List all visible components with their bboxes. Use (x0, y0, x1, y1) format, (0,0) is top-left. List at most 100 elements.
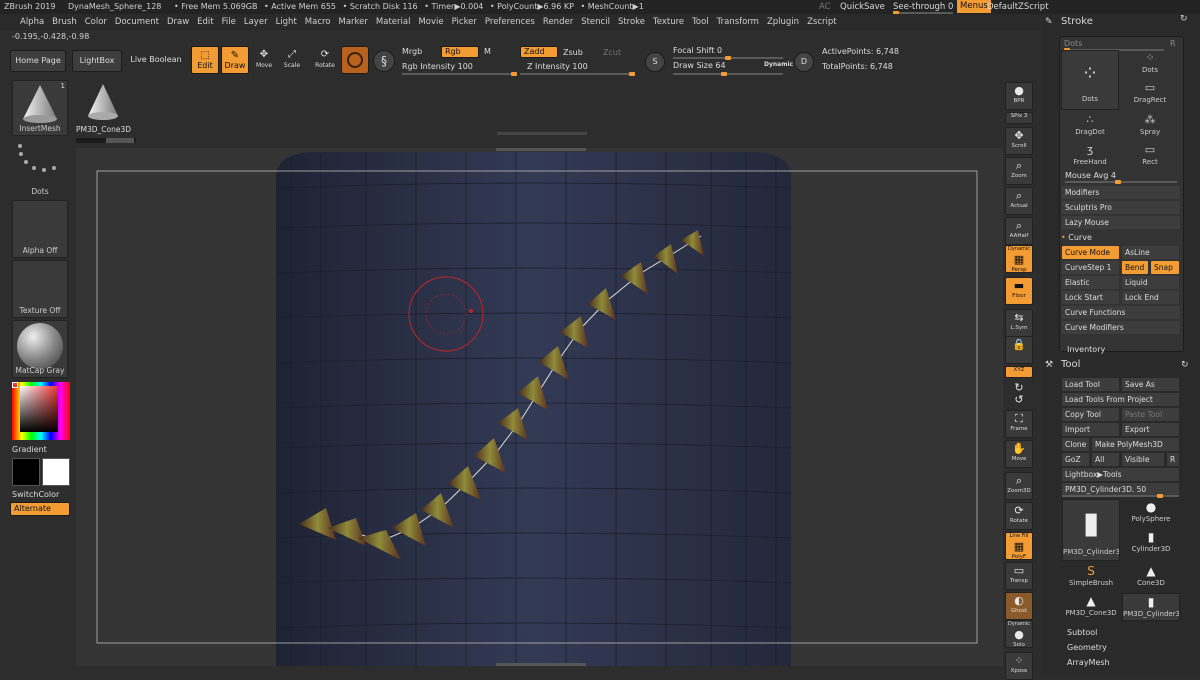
tool-thumb-5[interactable]: ▲ PM3D_Cone3D (1062, 593, 1120, 621)
lightbox-button[interactable]: LightBox (72, 50, 122, 72)
visible-r-button[interactable]: R (1167, 453, 1179, 466)
tool-thumb-4[interactable]: ▲ Cone3D (1122, 563, 1180, 591)
menu-edit[interactable]: Edit (197, 17, 213, 27)
spix-button[interactable]: SPix 3 (1005, 112, 1033, 124)
solo-button[interactable]: Dynamic ● Solo (1005, 620, 1033, 648)
load-tools-from-project-button[interactable]: Load Tools From Project (1062, 393, 1179, 406)
s-toggle-button[interactable]: S (645, 52, 665, 72)
d-toggle-button[interactable]: D (794, 52, 814, 72)
stroke-dragdot-item[interactable]: ∴ DragDot (1061, 112, 1119, 140)
canvas-viewport[interactable] (76, 148, 1003, 666)
curvestep-slider[interactable]: CurveStep 1 (1062, 261, 1119, 274)
lsym-button[interactable]: ⇆ L.Sym (1005, 309, 1033, 337)
color-picker[interactable] (12, 382, 70, 440)
rotate-button[interactable]: ⟳ Rotate (1005, 502, 1033, 530)
import-button[interactable]: Import (1062, 423, 1119, 436)
rot2-button[interactable]: ↺ (1005, 392, 1033, 404)
make-polymesh-button[interactable]: Make PolyMesh3D (1092, 438, 1179, 451)
scale-button[interactable]: ⤢ Scale (280, 46, 304, 74)
stroke-panel-header[interactable]: ✎ Stroke (1041, 14, 1200, 30)
stroke-dots-main[interactable]: ⁘ Dots (1061, 50, 1119, 110)
lightbox-tools-button[interactable]: Lightbox▶Tools (1062, 468, 1179, 481)
zoom-button[interactable]: ⌕ Zoom (1005, 157, 1033, 185)
menu-file[interactable]: File (222, 17, 236, 27)
menu-render[interactable]: Render (543, 17, 573, 27)
rgb-intensity-label[interactable]: Rgb Intensity 100 (402, 62, 473, 71)
stroke-spray-item[interactable]: ⁂ Spray (1121, 112, 1179, 140)
floor-button[interactable]: ▬ Floor (1005, 277, 1033, 305)
stroke-reset-icon[interactable]: ↻ (1180, 14, 1188, 24)
stroke-dragrect-item[interactable]: ▭ DragRect (1121, 80, 1179, 108)
secondary-color-swatch[interactable] (42, 458, 70, 486)
aahalf-button[interactable]: ⌕ AAHalf (1005, 217, 1033, 245)
xyz-button[interactable]: XYZ (1005, 366, 1033, 378)
zadd-button[interactable]: Zadd (520, 46, 558, 58)
scroll-button[interactable]: ✥ Scroll (1005, 127, 1033, 155)
reset-icon[interactable]: ↻ (1181, 357, 1189, 373)
z-intensity-label[interactable]: Z Intensity 100 (527, 62, 588, 71)
transp-button[interactable]: ▭ Transp (1005, 562, 1033, 590)
menu-document[interactable]: Document (115, 17, 159, 27)
menu-stencil[interactable]: Stencil (581, 17, 610, 27)
sculptris-pro-section[interactable]: Sculptris Pro (1062, 201, 1180, 214)
load-tool-button[interactable]: Load Tool (1062, 378, 1119, 391)
move-button[interactable]: ✥ Move (252, 46, 276, 74)
zoom3d-button[interactable]: ⌕ Zoom3D (1005, 472, 1033, 500)
menu-material[interactable]: Material (376, 17, 411, 27)
menus-button[interactable]: Menus (957, 0, 991, 13)
edit-button[interactable]: ⬚ Edit (191, 46, 219, 74)
lock-end-button[interactable]: Lock End (1122, 291, 1179, 304)
menu-color[interactable]: Color (85, 17, 107, 27)
snap-button[interactable]: Snap (1151, 261, 1179, 274)
menu-transform[interactable]: Transform (717, 17, 759, 27)
inventory-section[interactable]: Inventory (1067, 345, 1105, 354)
rgb-button[interactable]: Rgb (441, 46, 479, 58)
paste-tool-button[interactable]: Paste Tool (1122, 408, 1179, 421)
menu-zscript[interactable]: Zscript (807, 17, 837, 27)
rgb-intensity-slider[interactable] (402, 72, 517, 76)
current-tool-track[interactable] (1062, 494, 1179, 498)
menu-macro[interactable]: Macro (305, 17, 331, 27)
goz-button[interactable]: GoZ (1062, 453, 1089, 466)
all-button[interactable]: All (1092, 453, 1119, 466)
geometry-section[interactable]: Geometry (1067, 643, 1107, 652)
cone-tool-tile[interactable]: PM3D_Cone3D (76, 80, 132, 136)
stroke-freehand-item[interactable]: ʒ FreeHand (1061, 142, 1119, 170)
asline-button[interactable]: AsLine (1122, 246, 1179, 259)
mouse-avg-label[interactable]: Mouse Avg 4 (1065, 171, 1116, 180)
arraymesh-section[interactable]: ArrayMesh (1067, 658, 1110, 667)
ghost-button[interactable]: ◐ Ghost (1005, 592, 1033, 620)
top-scroll-handle[interactable] (496, 148, 586, 151)
switchcolor-button[interactable]: SwitchColor (12, 490, 59, 499)
dynamic-label[interactable]: Dynamic (764, 61, 793, 68)
bend-button[interactable]: Bend (1122, 261, 1148, 274)
menu-marker[interactable]: Marker (339, 17, 368, 27)
zcut-label[interactable]: Zcut (603, 48, 621, 57)
alternate-button[interactable]: Alternate (10, 502, 70, 516)
lock-start-button[interactable]: Lock Start (1062, 291, 1119, 304)
menu-draw[interactable]: Draw (167, 17, 189, 27)
alpha-tile[interactable]: Alpha Off (12, 200, 68, 258)
script-name[interactable]: DefaultZScript (987, 2, 1049, 12)
xpose-button[interactable]: ⁘ Xpose (1005, 652, 1033, 680)
ac-label[interactable]: AC (819, 2, 831, 12)
subtool-section[interactable]: Subtool (1067, 628, 1097, 637)
menu-stroke[interactable]: Stroke (618, 17, 645, 27)
lock-button[interactable]: 🔒 (1005, 336, 1033, 364)
menu-brush[interactable]: Brush (52, 17, 77, 27)
gradient-label[interactable]: Gradient (12, 445, 47, 454)
rot1-button[interactable]: ↻ (1005, 380, 1033, 392)
visible-button[interactable]: Visible (1122, 453, 1164, 466)
modifiers-section[interactable]: Modifiers (1062, 186, 1180, 199)
tool-thumb-0[interactable]: ▮ PM3D_Cylinder3 (1062, 499, 1120, 561)
dots-slider[interactable]: Dots (1064, 39, 1082, 48)
curve-mode-button[interactable]: Curve Mode (1062, 246, 1119, 259)
menu-movie[interactable]: Movie (418, 17, 443, 27)
quicksave-button[interactable]: QuickSave (840, 2, 885, 12)
focal-shift-slider[interactable] (673, 56, 783, 60)
elastic-button[interactable]: Elastic (1062, 276, 1119, 289)
bpr-button[interactable]: ● BPR (1005, 82, 1033, 110)
stroke-dots-item[interactable]: ⁘ Dots (1121, 50, 1179, 78)
tool-thumb-2[interactable]: ▮ Cylinder3D (1122, 529, 1180, 561)
menu-tool[interactable]: Tool (692, 17, 709, 27)
